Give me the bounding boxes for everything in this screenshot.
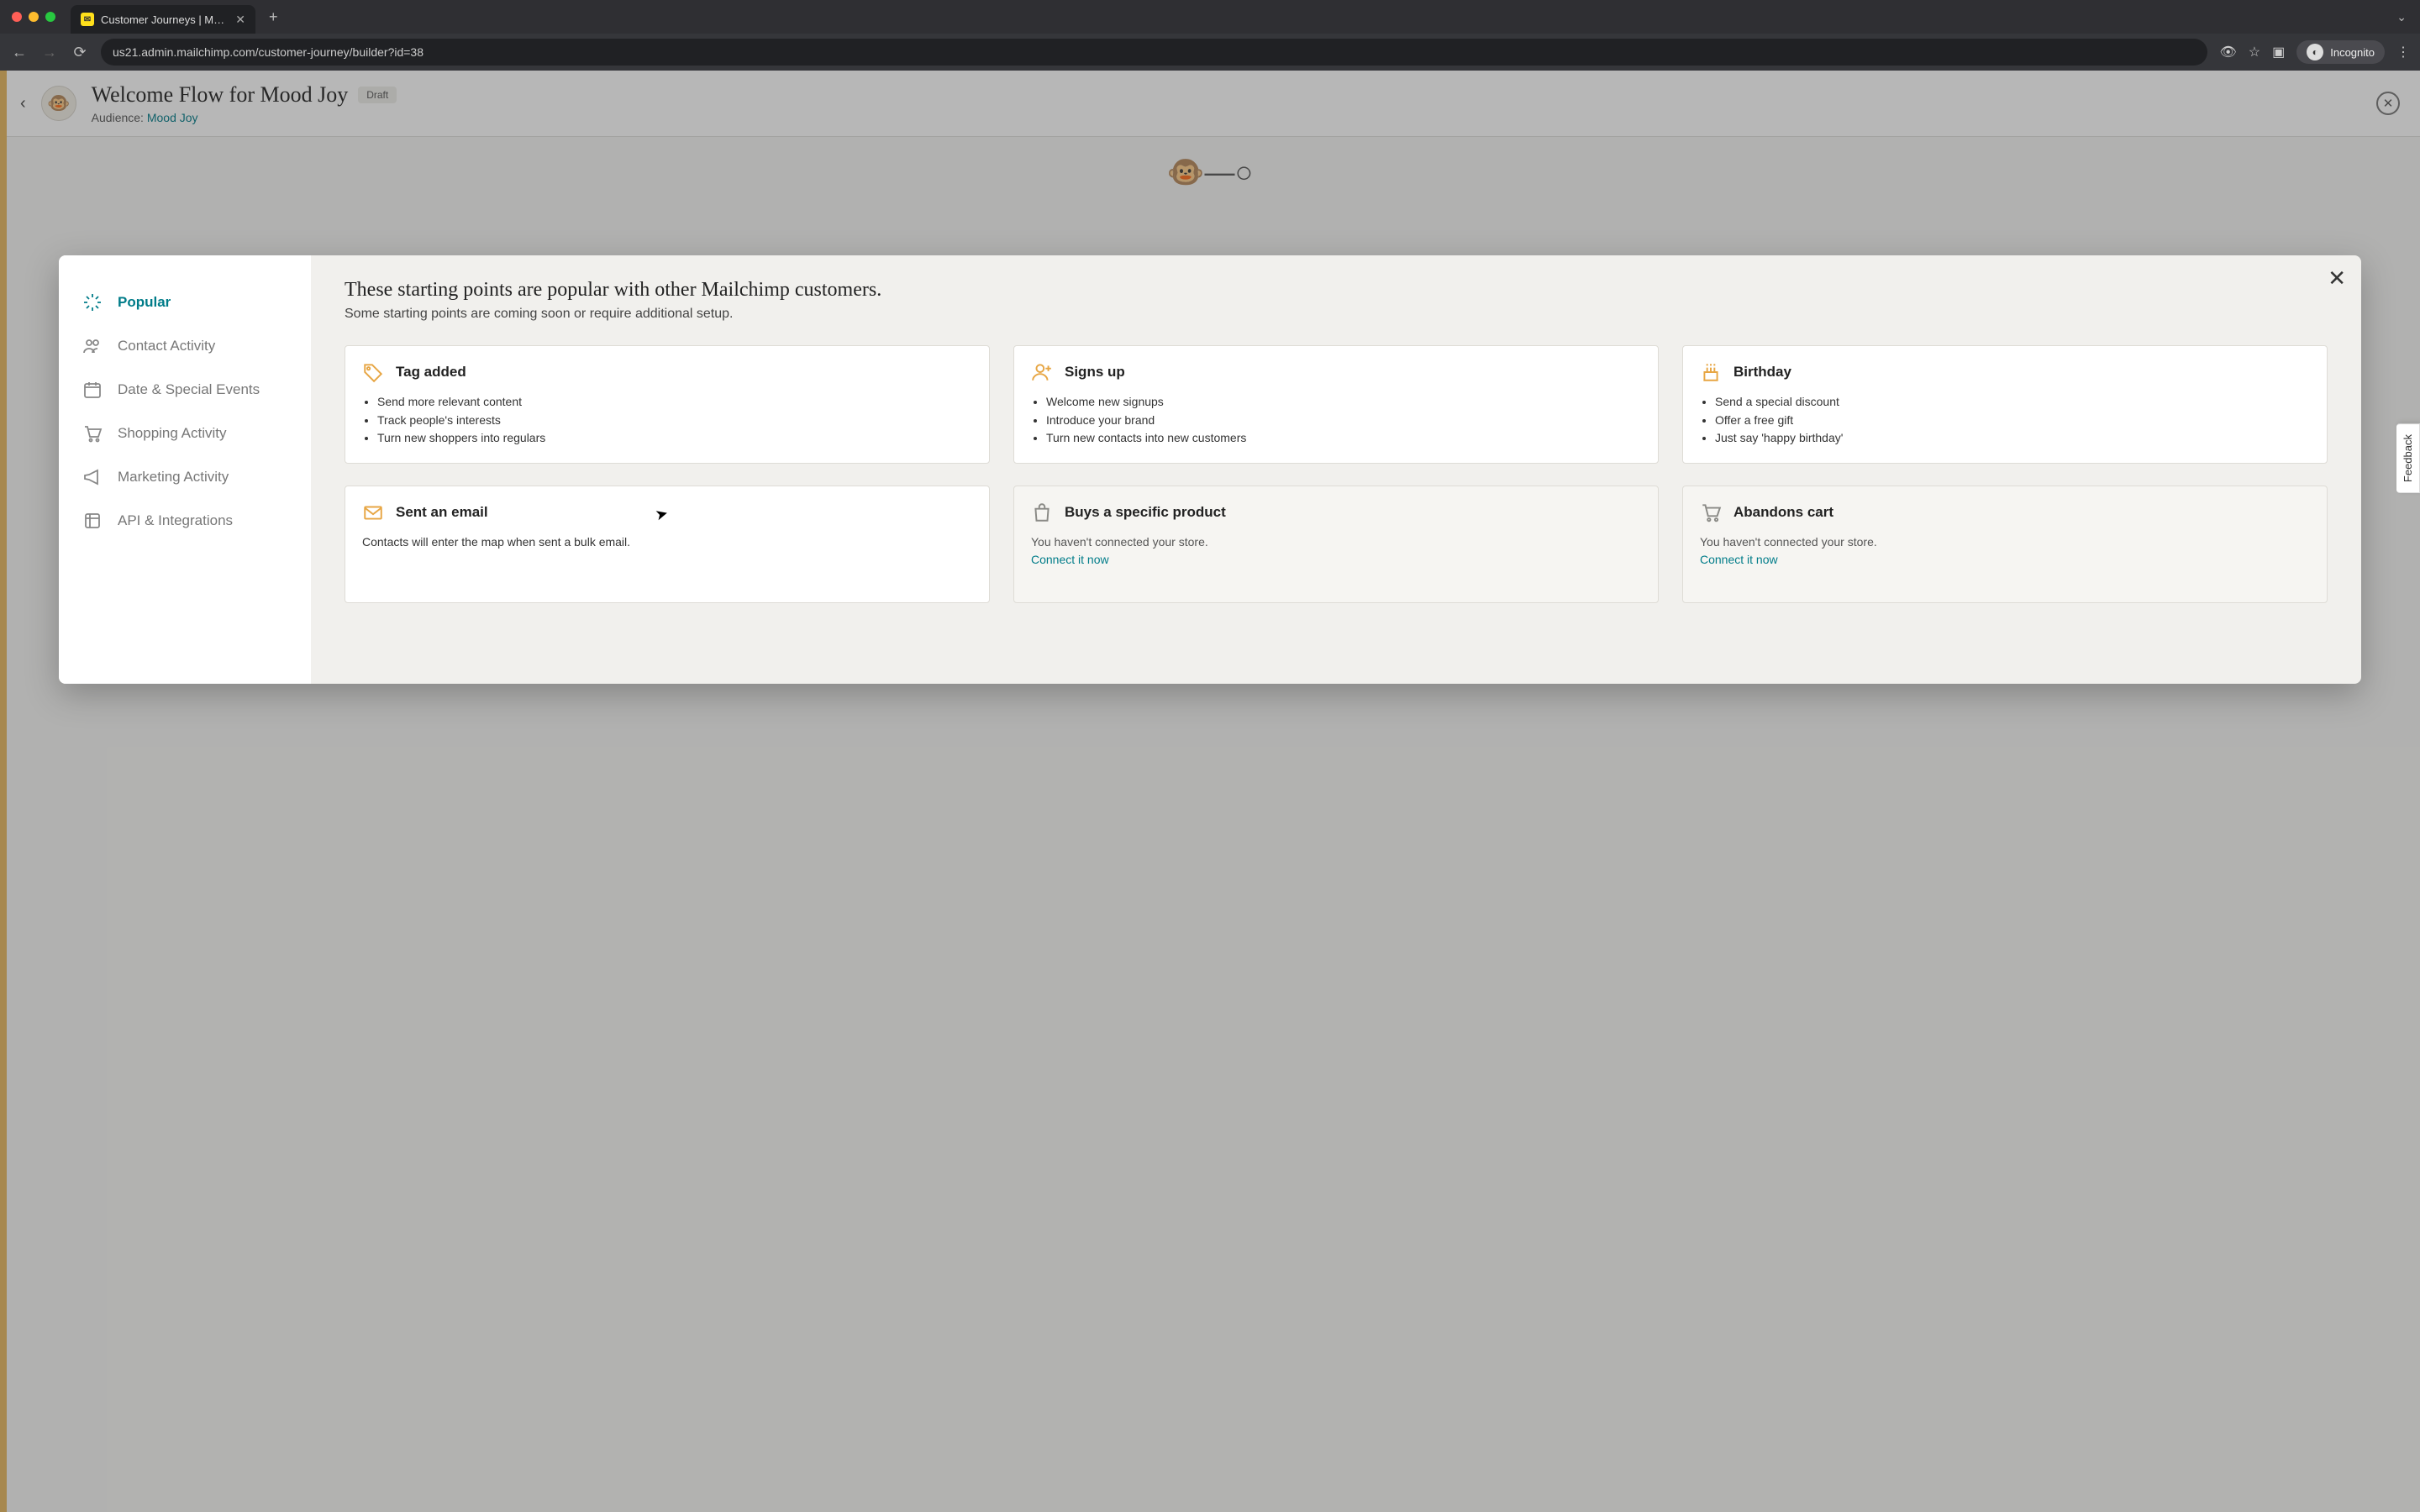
card-bullet: Send more relevant content [377,393,972,412]
tab-bar: ✉ Customer Journeys | Mailchimp ✕ + ⌄ [0,0,2420,34]
sidebar-item-label: Date & Special Events [118,381,260,398]
sidebar-item-label: Shopping Activity [118,425,226,442]
close-modal-button[interactable]: ✕ [2328,267,2346,289]
sidebar-item-marketing-activity[interactable]: Marketing Activity [59,455,311,499]
browser-tab[interactable]: ✉ Customer Journeys | Mailchimp ✕ [71,5,255,34]
card-buys-product[interactable]: Buys a specific product You haven't conn… [1013,486,1659,603]
url-text: us21.admin.mailchimp.com/customer-journe… [113,45,424,59]
sidebar-item-label: API & Integrations [118,512,233,529]
card-bullet: Track people's interests [377,412,972,430]
people-icon [82,336,103,356]
incognito-label: Incognito [2330,46,2375,59]
card-bullet: Just say 'happy birthday' [1715,429,2310,448]
viewport: ‹ 🐵 Welcome Flow for Mood Joy Draft Audi… [0,71,2420,1512]
cart-icon [1700,501,1722,523]
feedback-label: Feedback [2402,434,2414,482]
sidebar-item-label: Contact Activity [118,338,215,354]
api-icon [82,511,103,531]
bag-icon [1031,501,1053,523]
favicon-icon: ✉ [81,13,94,26]
window-traffic-lights[interactable] [12,12,55,22]
sidebar-item-contact-activity[interactable]: Contact Activity [59,324,311,368]
envelope-icon [362,501,384,523]
modal-main: ✕ These starting points are popular with… [311,255,2361,684]
card-title: Tag added [396,364,466,381]
tag-icon [362,361,384,383]
card-title: Birthday [1733,364,1791,381]
sparkle-icon [82,292,103,312]
incognito-icon: ◐ [2307,44,2323,60]
close-tab-icon[interactable]: ✕ [235,13,245,27]
incognito-badge[interactable]: ◐ Incognito [2296,40,2385,64]
card-tag-added[interactable]: Tag added Send more relevant content Tra… [345,345,990,464]
modal-subheading: Some starting points are coming soon or … [345,307,2328,322]
new-tab-button[interactable]: + [262,8,285,26]
star-icon[interactable]: ☆ [2249,44,2260,60]
card-bullet: Offer a free gift [1715,412,2310,430]
card-bullets: Send a special discount Offer a free gif… [1700,393,2310,448]
card-bullet: Introduce your brand [1046,412,1641,430]
card-signs-up[interactable]: Signs up Welcome new signups Introduce y… [1013,345,1659,464]
connect-store-link[interactable]: Connect it now [1700,553,1778,566]
maximize-window-icon[interactable] [45,12,55,22]
card-title: Buys a specific product [1065,504,1226,521]
card-bullets: Welcome new signups Introduce your brand… [1031,393,1641,448]
cake-icon [1700,361,1722,383]
tab-title: Customer Journeys | Mailchimp [101,13,229,26]
card-bullets: Send more relevant content Track people'… [362,393,972,448]
cards-grid: Tag added Send more relevant content Tra… [345,345,2328,603]
card-title: Sent an email [396,504,488,521]
card-desc: Contacts will enter the map when sent a … [362,533,972,551]
connect-store-link[interactable]: Connect it now [1031,553,1109,566]
back-button[interactable]: ← [10,44,29,61]
sidebar-item-shopping-activity[interactable]: Shopping Activity [59,412,311,455]
eye-off-icon[interactable]: 👁 [2219,44,2236,60]
card-bullet: Turn new contacts into new customers [1046,429,1641,448]
starting-point-modal: Popular Contact Activity Date & Special … [59,255,2361,684]
reload-button[interactable]: ⟳ [71,44,89,61]
card-title: Abandons cart [1733,504,1833,521]
calendar-icon [82,380,103,400]
cart-icon [82,423,103,444]
minimize-window-icon[interactable] [29,12,39,22]
close-window-icon[interactable] [12,12,22,22]
forward-button: → [40,44,59,61]
sidebar-item-api-integrations[interactable]: API & Integrations [59,499,311,543]
card-desc: You haven't connected your store. [1031,533,1641,551]
address-bar[interactable]: us21.admin.mailchimp.com/customer-journe… [101,39,2207,66]
sidebar-item-label: Popular [118,294,171,311]
chevron-down-icon[interactable]: ⌄ [2391,10,2412,24]
sidebar-item-date-events[interactable]: Date & Special Events [59,368,311,412]
modal-sidebar: Popular Contact Activity Date & Special … [59,255,311,684]
card-bullet: Send a special discount [1715,393,2310,412]
person-plus-icon [1031,361,1053,383]
feedback-tab[interactable]: Feedback [2396,423,2420,493]
card-sent-email[interactable]: Sent an email Contacts will enter the ma… [345,486,990,603]
address-row: ← → ⟳ us21.admin.mailchimp.com/customer-… [0,34,2420,71]
sidebar-item-label: Marketing Activity [118,469,229,486]
sidebar-item-popular[interactable]: Popular [59,281,311,324]
browser-chrome: ✉ Customer Journeys | Mailchimp ✕ + ⌄ ← … [0,0,2420,71]
card-bullet: Turn new shoppers into regulars [377,429,972,448]
card-abandons-cart[interactable]: Abandons cart You haven't connected your… [1682,486,2328,603]
kebab-menu-icon[interactable]: ⋮ [2396,44,2410,60]
modal-heading: These starting points are popular with o… [345,279,2328,302]
card-title: Signs up [1065,364,1125,381]
panel-icon[interactable]: ▣ [2272,44,2285,60]
card-birthday[interactable]: Birthday Send a special discount Offer a… [1682,345,2328,464]
card-bullet: Welcome new signups [1046,393,1641,412]
card-desc: You haven't connected your store. [1700,533,2310,551]
megaphone-icon [82,467,103,487]
